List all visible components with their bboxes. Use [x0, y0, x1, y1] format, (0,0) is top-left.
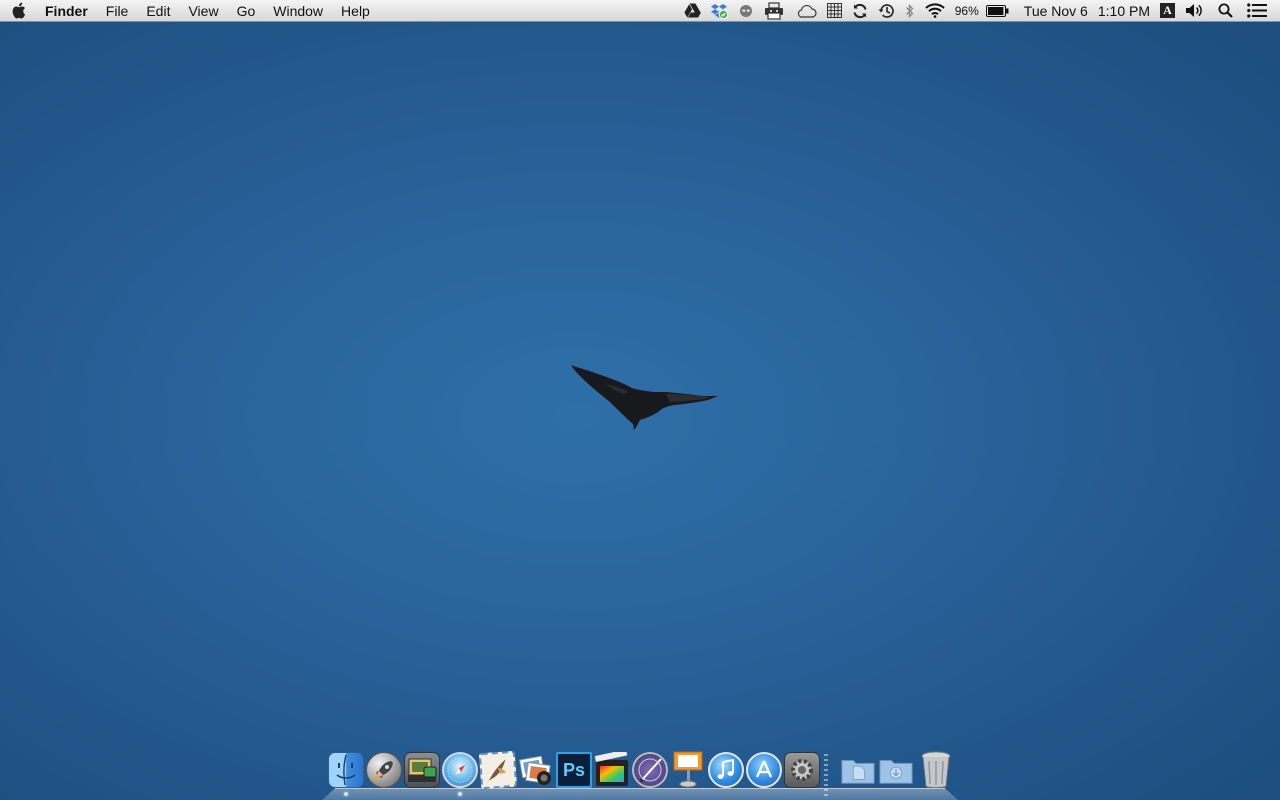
- time-display[interactable]: 1:10 PM: [1093, 0, 1155, 22]
- grid-app-icon[interactable]: [822, 0, 847, 22]
- battery-percent[interactable]: 96%: [950, 0, 981, 22]
- photoshop-icon[interactable]: Ps: [556, 752, 592, 788]
- dock: Ps: [322, 748, 958, 800]
- notification-center-icon[interactable]: [1238, 0, 1272, 22]
- date-display[interactable]: Tue Nov 6: [1014, 0, 1093, 22]
- aperture-icon[interactable]: [632, 752, 668, 788]
- time-machine-icon[interactable]: [873, 0, 900, 22]
- desktop[interactable]: Finder File Edit View Go Window Help 96%…: [0, 0, 1280, 800]
- menu-view[interactable]: View: [179, 0, 227, 22]
- system-preferences-icon[interactable]: [784, 752, 820, 788]
- google-drive-icon[interactable]: [679, 0, 706, 22]
- bird-wallpaper-image: [571, 365, 718, 430]
- launchpad-icon[interactable]: [366, 752, 402, 788]
- menu-edit[interactable]: Edit: [137, 0, 179, 22]
- volume-icon[interactable]: [1180, 0, 1209, 22]
- wifi-icon[interactable]: [920, 0, 950, 22]
- mail-icon[interactable]: [478, 750, 518, 790]
- trash-icon[interactable]: [918, 751, 954, 788]
- finder-icon[interactable]: [328, 752, 364, 788]
- menu-go[interactable]: Go: [228, 0, 265, 22]
- downloads-folder-icon[interactable]: [878, 752, 914, 788]
- photoshop-label: Ps: [562, 759, 586, 780]
- printer-activity-icon[interactable]: [758, 0, 790, 22]
- keynote-icon[interactable]: [670, 751, 706, 788]
- input-source-label: A: [1160, 3, 1175, 18]
- itunes-icon[interactable]: [708, 752, 744, 788]
- dock-shelf: [322, 788, 958, 800]
- finder-running-indicator: [344, 792, 348, 796]
- final-cut-pro-icon[interactable]: [594, 752, 630, 788]
- iphoto-icon[interactable]: [518, 752, 554, 788]
- alien-app-icon[interactable]: [734, 0, 758, 22]
- menu-app-name[interactable]: Finder: [36, 0, 97, 22]
- dropbox-icon[interactable]: [706, 0, 734, 22]
- image-capture-icon[interactable]: [404, 752, 440, 788]
- menu-bar: Finder File Edit View Go Window Help 96%…: [0, 0, 1280, 22]
- dock-separator: [824, 754, 828, 796]
- sync-icon[interactable]: [847, 0, 873, 22]
- icloud-icon[interactable]: [790, 0, 822, 22]
- bluetooth-icon[interactable]: [900, 0, 920, 22]
- documents-folder-icon[interactable]: [840, 752, 876, 788]
- safari-icon[interactable]: [442, 752, 478, 788]
- safari-running-indicator: [458, 792, 462, 796]
- menu-window[interactable]: Window: [264, 0, 332, 22]
- spotlight-icon[interactable]: [1209, 0, 1238, 22]
- app-store-icon[interactable]: [746, 752, 782, 788]
- battery-icon[interactable]: [981, 0, 1014, 22]
- menu-help[interactable]: Help: [332, 0, 379, 22]
- input-source-icon[interactable]: A: [1155, 0, 1180, 22]
- apple-icon[interactable]: [0, 0, 36, 22]
- menu-file[interactable]: File: [97, 0, 138, 22]
